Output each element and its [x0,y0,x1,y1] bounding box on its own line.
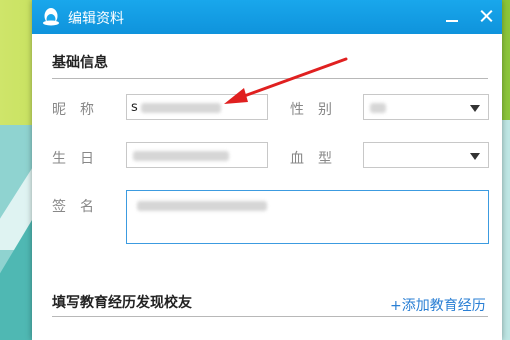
annotation-arrow-icon [224,57,348,104]
